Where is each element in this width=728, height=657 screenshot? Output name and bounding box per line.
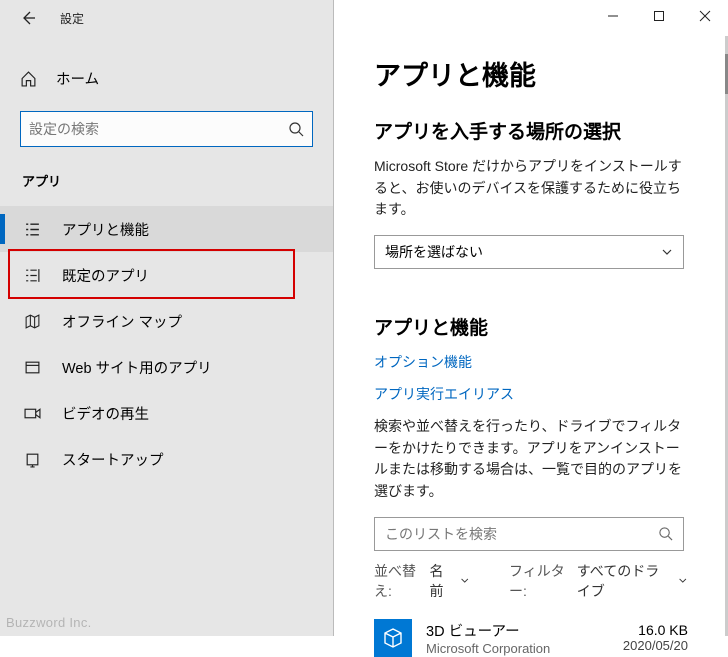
window-title: 設定 [60,10,84,27]
back-button[interactable] [18,10,38,26]
nav-apps-features[interactable]: アプリと機能 [0,206,333,252]
maximize-icon [653,10,665,22]
section-label: アプリ [0,147,333,206]
home-button[interactable]: ホーム [0,58,333,99]
nav-label: スタートアップ [62,449,164,470]
close-icon [699,10,711,22]
app-icon-cube [374,619,412,657]
close-button[interactable] [682,0,728,32]
apps-heading: アプリと機能 [374,313,688,340]
filter-label: フィルター: [509,561,573,601]
sort-value: 名前 [430,561,454,601]
chevron-down-icon [460,575,469,586]
filter-value: すべてのドライブ [577,561,673,601]
maximize-button[interactable] [636,0,682,32]
source-dropdown[interactable]: 場所を選ばない [374,235,684,269]
nav-offline-maps[interactable]: オフライン マップ [0,298,333,344]
nav-label: アプリと機能 [62,219,149,240]
home-icon [20,70,38,87]
search-icon [288,121,304,137]
nav-websites-apps[interactable]: Web サイト用のアプリ [0,344,333,390]
settings-search[interactable] [20,111,313,147]
nav-startup[interactable]: スタートアップ [0,436,333,482]
video-icon [22,405,42,422]
sidebar: 設定 ホーム アプリ アプリと機能 既定のアプリ オフライン マップ [0,0,334,636]
page-title: アプリと機能 [374,54,688,93]
back-arrow-icon [20,10,36,26]
titlebar: 設定 [0,0,333,36]
map-icon [22,313,42,330]
content-pane: アプリと機能 アプリを入手する場所の選択 Microsoft Store だけか… [334,0,728,636]
apps-desc: 検索や並べ替えを行ったり、ドライブでフィルターをかけたりできます。アプリをアンイ… [374,416,688,503]
source-desc: Microsoft Store だけからアプリをインストールすると、お使いのデバ… [374,156,688,221]
filter-row: 並べ替え: 名前 フィルター: すべてのドライブ [374,561,688,601]
chevron-down-icon [678,575,688,586]
website-apps-icon [22,359,42,376]
app-list-search-input[interactable] [385,526,658,542]
sort-control[interactable]: 並べ替え: 名前 [374,561,469,601]
default-apps-icon [22,267,42,284]
nav-default-apps[interactable]: 既定のアプリ [0,252,333,298]
home-label: ホーム [56,68,99,89]
minimize-icon [607,10,619,22]
minimize-button[interactable] [590,0,636,32]
app-list-item[interactable]: 3D ビューアー Microsoft Corporation 16.0 KB 2… [374,619,688,657]
sort-label: 並べ替え: [374,561,426,601]
nav-label: 既定のアプリ [62,265,149,286]
nav-label: オフライン マップ [62,311,182,332]
search-icon [658,526,673,541]
app-date: 2020/05/20 [623,638,688,653]
app-publisher: Microsoft Corporation [426,641,623,656]
nav-video-playback[interactable]: ビデオの再生 [0,390,333,436]
filter-control[interactable]: フィルター: すべてのドライブ [509,561,688,601]
app-list-search[interactable] [374,517,684,551]
optional-features-link[interactable]: オプション機能 [374,352,688,372]
dropdown-value: 場所を選ばない [385,242,483,262]
list-icon [22,221,42,238]
window-controls [590,0,728,32]
app-meta: 3D ビューアー Microsoft Corporation [426,620,623,656]
nav-label: Web サイト用のアプリ [62,357,212,378]
chevron-down-icon [661,246,673,258]
source-heading: アプリを入手する場所の選択 [374,117,688,144]
search-input[interactable] [29,121,288,137]
app-name: 3D ビューアー [426,620,623,641]
nav-label: ビデオの再生 [62,403,149,424]
app-right: 16.0 KB 2020/05/20 [623,622,688,653]
app-exec-alias-link[interactable]: アプリ実行エイリアス [374,384,688,404]
watermark: Buzzword Inc. [6,615,92,630]
startup-icon [22,451,42,468]
